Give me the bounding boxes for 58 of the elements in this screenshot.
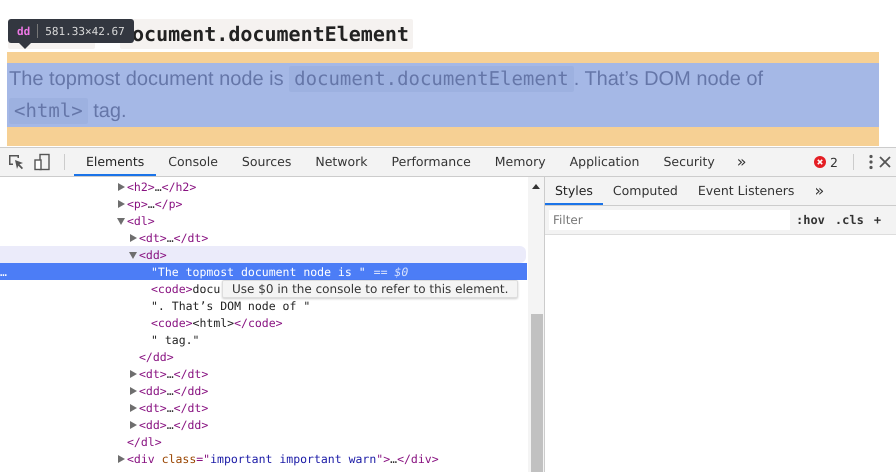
panel-tab[interactable]: Memory [482,148,558,176]
dom-node-text: <dd>…</dd> [139,384,208,398]
console-hint-tooltip: Use $0 in the console to refer to this element. [222,280,518,298]
expand-arrow-icon[interactable] [129,386,137,394]
error-count[interactable]: 2 [814,154,838,170]
style-tool-button[interactable]: :hov [792,213,829,227]
panel-tab[interactable]: Security [651,148,727,176]
panel-tab[interactable]: Sources [230,148,304,176]
filter-field[interactable]: Filter [549,210,790,230]
element-size: 581.33×42.67 [45,24,125,38]
dom-node-text: "The topmost document node is " == $0 [151,264,408,278]
dom-node-text: " tag." [151,332,200,346]
panel-tab[interactable]: Console [156,148,230,176]
tag-name: dd [17,24,30,38]
dom-node-text: <code><html></code> [151,316,283,330]
scrollbar[interactable] [528,177,544,472]
dom-node-text: </dd> [139,350,174,364]
dom-node-text: </dl> [127,434,162,448]
paragraph: The topmost document node is document.documentElement . That’s DOM node of <html> tag. [7,63,879,127]
panel-tab[interactable]: Application [558,148,652,176]
expand-arrow-icon[interactable] [129,404,137,412]
more-tabs-button[interactable]: » [804,177,834,205]
dom-node-text: <dd> [139,248,167,262]
collapse-arrow-icon[interactable] [117,216,125,224]
expand-arrow-icon[interactable] [117,182,125,190]
panel-tab[interactable]: Performance [380,148,483,176]
dom-node-text: <h2>…</h2> [127,180,196,194]
expand-arrow-icon[interactable] [117,200,125,208]
scrollbar-thumb[interactable] [531,314,543,472]
dom-node-text: <div class="important important warn">…</div> [127,452,439,466]
error-icon [814,156,826,168]
dom-node-text: <p>…</p> [127,196,182,210]
dom-node-text: <dd>…</dd> [139,418,208,432]
panel-tab[interactable]: Elements [74,148,156,176]
expand-arrow-icon[interactable] [129,234,137,242]
gutter-mark: … [0,264,7,278]
style-tool-button[interactable]: .cls [830,213,868,227]
style-tool-button[interactable]: + [870,213,886,227]
dom-node-text: <dl> [127,214,155,228]
dom-node-text: <dt>…</dt> [139,230,208,244]
sidebar-tab[interactable]: Computed [602,177,688,205]
sidebar-tab[interactable]: Event Listeners [688,177,804,205]
expand-arrow-icon[interactable] [129,420,137,428]
expand-arrow-icon[interactable] [117,454,125,462]
more-tabs-button[interactable]: » [726,148,757,176]
collapse-arrow-icon[interactable] [129,250,137,258]
inspect-icon[interactable] [7,153,25,171]
device-icon[interactable] [33,153,51,171]
close-icon[interactable] [879,156,891,168]
dom-node-text: <dt>…</dt> [139,366,208,380]
more-options-icon[interactable] [869,154,873,170]
error-number: 2 [830,154,838,170]
dom-node-text: <code>docu [151,282,220,296]
panel-tab[interactable]: Network [303,148,380,176]
scroll-up-icon[interactable] [532,184,540,189]
dom-node-text: ". That’s DOM node of " [151,298,310,312]
expand-arrow-icon[interactable] [129,370,137,378]
dom-node-text: <dt>…</dt> [139,400,208,414]
